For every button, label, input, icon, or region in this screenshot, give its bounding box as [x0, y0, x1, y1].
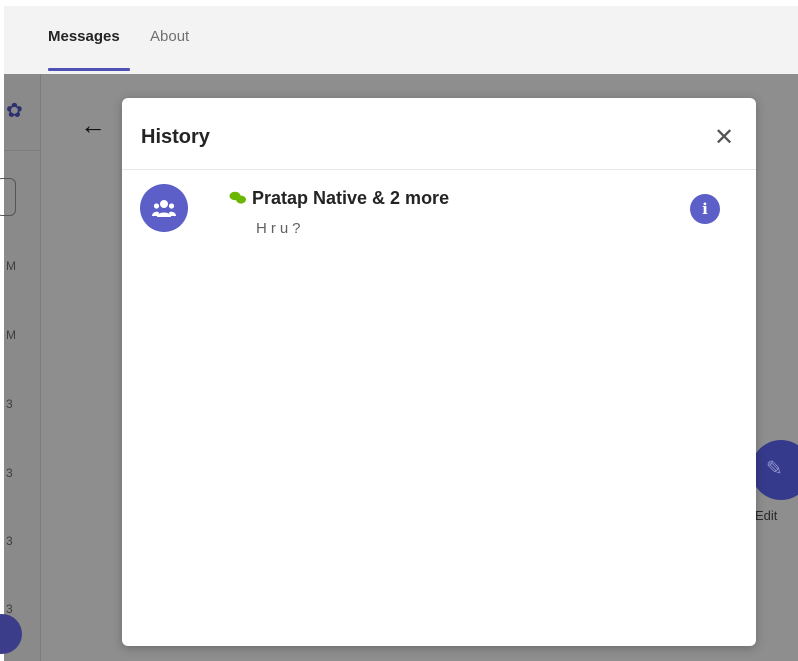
app-window: Messages About ✿ M M 3 3 3 3 ← ✎ Edit Hi…	[0, 0, 798, 661]
chat-bubbles-icon	[229, 191, 246, 204]
history-list-item[interactable]: Pratap Native & 2 more Hru? i	[122, 174, 756, 250]
gear-icon: ✿	[6, 100, 23, 122]
list-item-time: M	[6, 328, 16, 342]
dialog-divider	[122, 169, 756, 170]
close-icon[interactable]: ✕	[710, 124, 738, 152]
list-item-time: 3	[6, 534, 13, 548]
pencil-icon: ✎	[766, 458, 783, 480]
divider	[4, 150, 40, 151]
list-item-time: M	[6, 259, 16, 273]
edit-label: Edit	[755, 508, 778, 523]
back-arrow-icon[interactable]: ←	[80, 112, 106, 138]
conversation-title: Pratap Native & 2 more	[252, 188, 450, 208]
tab-about[interactable]: About	[150, 28, 189, 45]
message-preview: Hru?	[256, 220, 305, 237]
search-box	[0, 178, 16, 216]
group-avatar	[140, 184, 188, 232]
history-dialog: History ✕ Pratap Native & 2 more Hru? i	[122, 98, 756, 646]
info-icon[interactable]: i	[690, 194, 720, 224]
left-panel: ✿ M M 3 3 3 3	[0, 74, 41, 661]
group-icon	[152, 200, 176, 217]
tab-bar: Messages About	[4, 6, 798, 74]
list-item-time: 3	[6, 397, 13, 411]
active-tab-indicator	[48, 68, 130, 71]
list-item-time: 3	[6, 466, 13, 480]
dialog-title: History	[141, 126, 210, 148]
tab-messages[interactable]: Messages	[48, 28, 120, 45]
compose-button	[0, 614, 22, 654]
